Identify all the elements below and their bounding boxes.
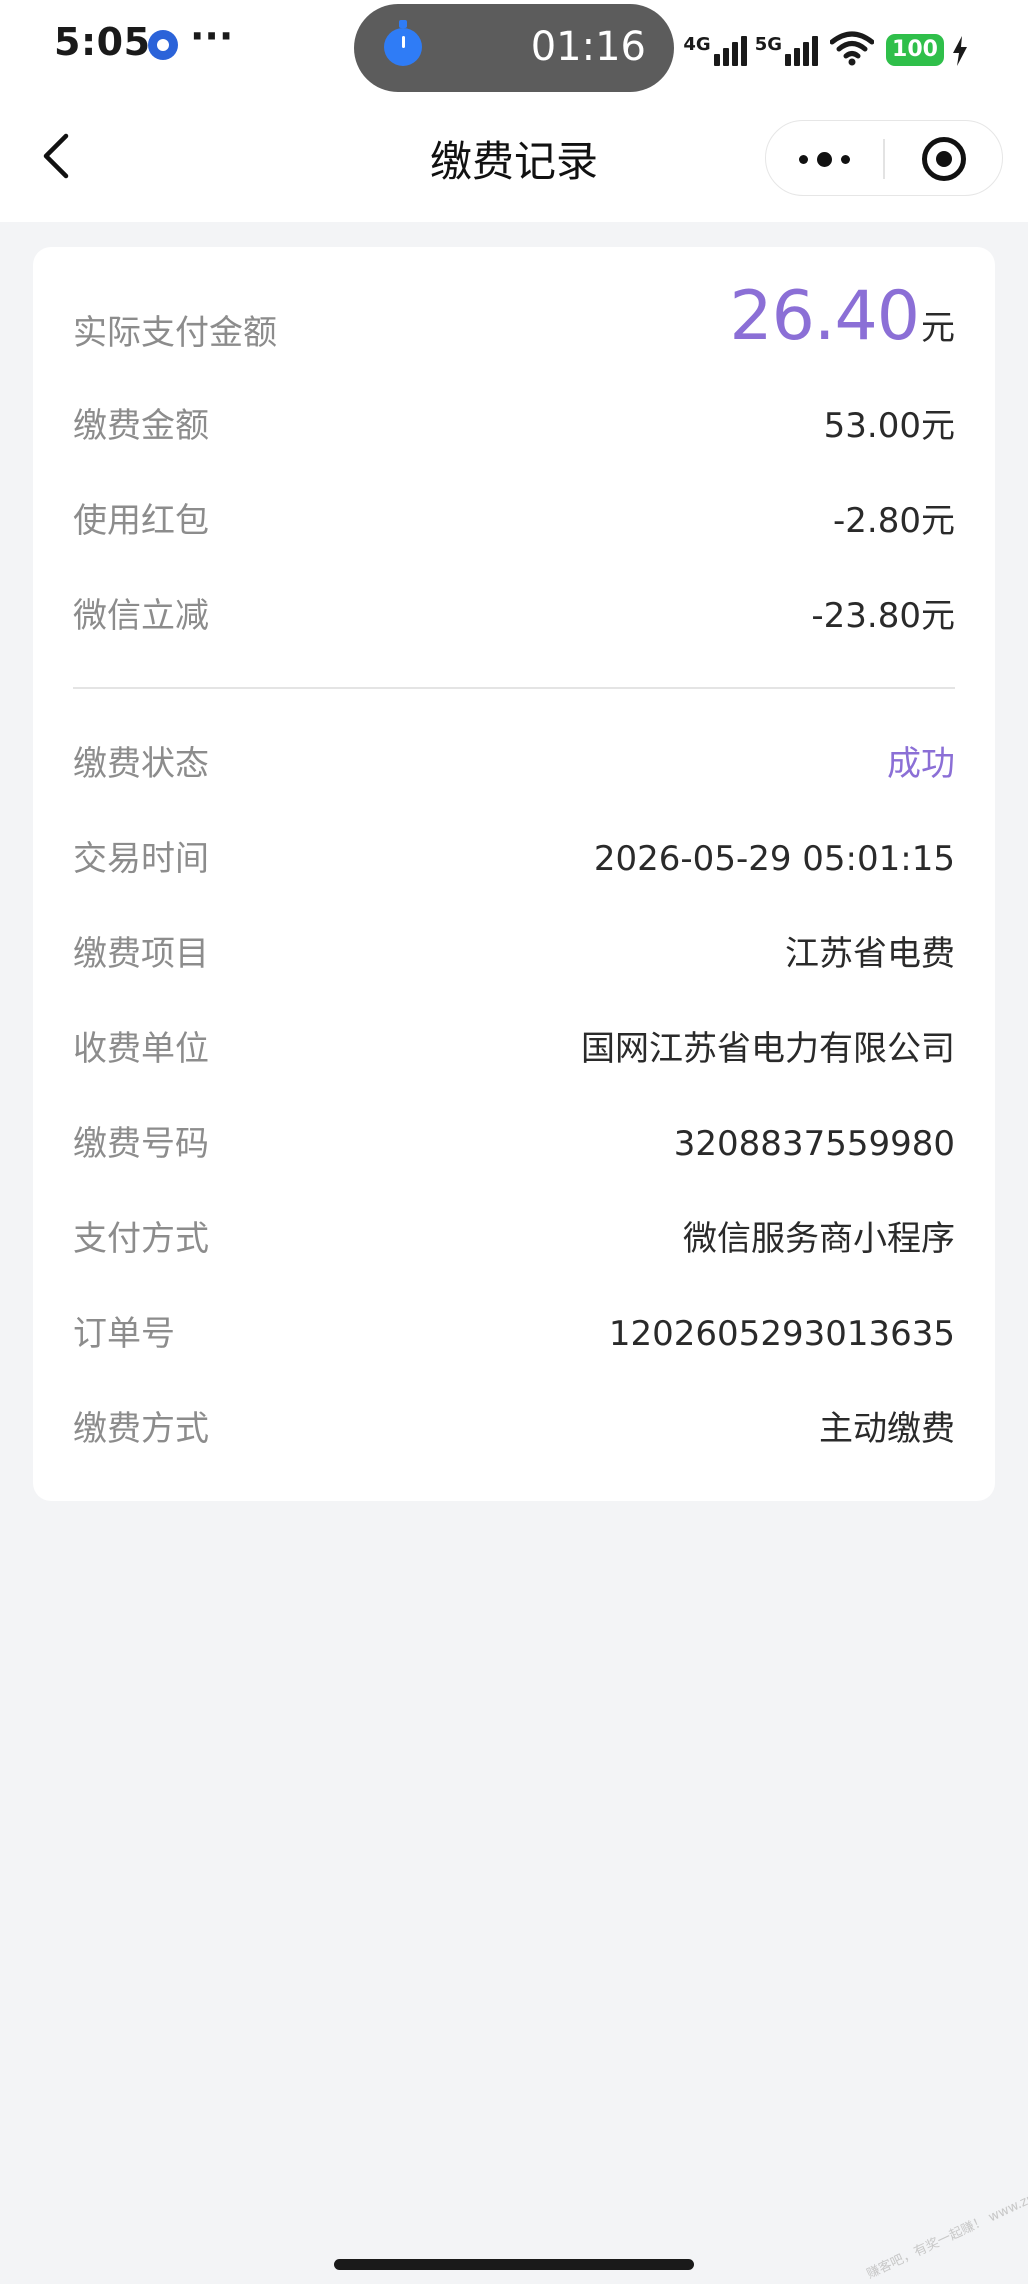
detail-row-payment-mode: 缴费方式 主动缴费 [73, 1399, 955, 1459]
home-indicator[interactable] [334, 2259, 694, 2270]
network-5g-label: 5G [754, 34, 782, 55]
detail-row-status: 缴费状态 成功 [73, 734, 955, 794]
detail-value: 国网江苏省电力有限公司 [581, 1029, 955, 1069]
fee-amount-label: 缴费金额 [73, 406, 209, 446]
watermark: 赚客吧，有奖一起赚！ www.zuanke8.com [864, 2160, 1028, 2283]
detail-row-item: 缴费项目 江苏省电费 [73, 924, 955, 984]
timer-icon [384, 20, 422, 66]
wechat-discount-row: 微信立减 -23.80元 [73, 586, 955, 646]
redpacket-label: 使用红包 [73, 501, 209, 541]
detail-value: 主动缴费 [819, 1409, 955, 1449]
cellular-4g-indicator: 4G [683, 34, 747, 66]
status-indicators: 4G 5G 100 [683, 22, 968, 66]
detail-value: 江苏省电费 [785, 934, 955, 974]
network-4g-label: 4G [683, 34, 711, 55]
detail-row-time: 交易时间 2026-05-29 05:01:15 [73, 829, 955, 889]
mini-program-capsule [765, 120, 1003, 196]
detail-value: 2026-05-29 05:01:15 [593, 839, 955, 879]
section-divider [73, 687, 955, 689]
wifi-icon [830, 31, 874, 66]
target-close-icon [921, 137, 966, 181]
close-button[interactable] [885, 121, 1002, 197]
status-value: 成功 [887, 744, 955, 784]
detail-row-payee: 收费单位 国网江苏省电力有限公司 [73, 1019, 955, 1079]
wechat-discount-value: -23.80元 [811, 596, 955, 636]
redpacket-value: -2.80元 [833, 501, 955, 541]
paid-amount-value: 26.40 [729, 277, 920, 356]
more-dots-icon [799, 151, 850, 167]
battery-indicator: 100 [886, 34, 944, 66]
dynamic-island[interactable]: 01:16 [354, 4, 674, 92]
detail-label: 收费单位 [73, 1029, 209, 1069]
paid-amount-label: 实际支付金额 [73, 313, 277, 353]
detail-row-account: 缴费号码 3208837559980 [73, 1114, 955, 1174]
detail-value: 3208837559980 [673, 1124, 955, 1164]
status-time: 5:05 [54, 20, 151, 64]
navigation-bar: 缴费记录 [0, 96, 1028, 222]
paid-amount-unit: 元 [921, 308, 955, 348]
redpacket-row: 使用红包 -2.80元 [73, 491, 955, 551]
detail-value: 微信服务商小程序 [683, 1219, 955, 1259]
cellular-5g-indicator: 5G [754, 34, 818, 66]
more-button[interactable] [766, 121, 883, 197]
fee-amount-value: 53.00元 [823, 406, 955, 446]
detail-label: 缴费状态 [73, 744, 209, 784]
payment-record-card: 实际支付金额 26.40元 缴费金额 53.00元 使用红包 -2.80元 微信… [33, 247, 995, 1501]
detail-label: 缴费方式 [73, 1409, 209, 1449]
detail-label: 订单号 [73, 1314, 175, 1354]
detail-label: 交易时间 [73, 839, 209, 879]
status-dots: ··· [190, 14, 234, 58]
island-timer: 01:16 [530, 24, 646, 70]
wechat-discount-label: 微信立减 [73, 596, 209, 636]
status-bar: 5:05 ··· 01:16 4G 5G 100 [0, 0, 1028, 96]
charging-bolt-icon [953, 36, 967, 66]
detail-row-payment-method: 支付方式 微信服务商小程序 [73, 1209, 955, 1269]
detail-value: 1202605293013635 [608, 1314, 955, 1354]
signal-bars-icon [713, 36, 747, 66]
detail-row-order-number: 订单号 1202605293013635 [73, 1304, 955, 1364]
fee-amount-row: 缴费金额 53.00元 [73, 396, 955, 456]
detail-label: 缴费项目 [73, 934, 209, 974]
signal-bars-icon [785, 36, 818, 66]
app-notification-icon [148, 30, 178, 60]
paid-amount: 26.40元 [729, 277, 955, 356]
paid-amount-row: 实际支付金额 26.40元 [73, 277, 955, 377]
detail-label: 支付方式 [73, 1219, 209, 1259]
detail-label: 缴费号码 [73, 1124, 209, 1164]
